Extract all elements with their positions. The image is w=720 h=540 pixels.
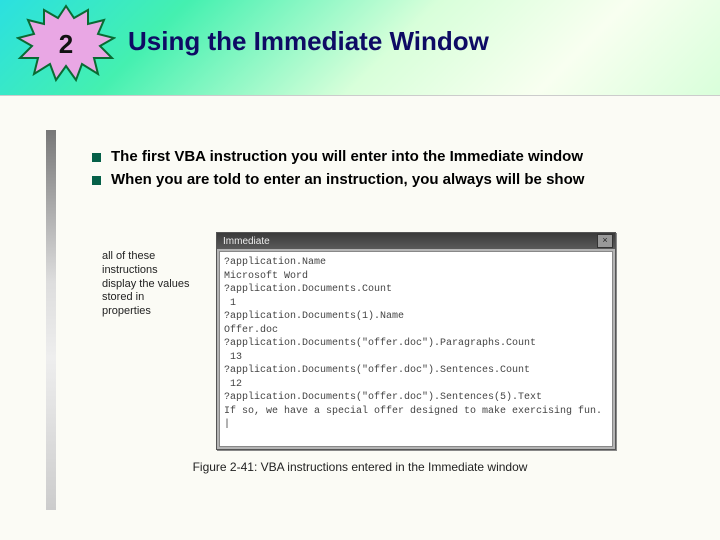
bullet-text: When you are told to enter an instructio… [111,171,584,188]
slide-title: Using the Immediate Window [128,26,489,57]
immediate-window-titlebar: Immediate × [217,233,615,249]
figure-row: all of these instructions display the va… [102,232,622,450]
bullet-square-icon [92,153,101,162]
bullet-list: The first VBA instruction you will enter… [92,148,720,194]
slide: 2 Using the Immediate Window The first V… [0,0,720,540]
figure-caption: Figure 2-41: VBA instructions entered in… [102,460,618,474]
immediate-window: Immediate × ?application.Name Microsoft … [216,232,616,450]
slide-number: 2 [16,4,116,90]
list-item: When you are told to enter an instructio… [92,171,720,188]
list-item: The first VBA instruction you will enter… [92,148,720,165]
close-icon: × [597,234,613,248]
slide-number-badge: 2 [16,4,116,84]
immediate-window-code: ?application.Name Microsoft Word ?applic… [219,251,613,447]
immediate-window-title: Immediate [223,236,270,247]
bullet-square-icon [92,176,101,185]
bullet-text: The first VBA instruction you will enter… [111,148,583,165]
figure-callout: all of these instructions display the va… [102,232,192,319]
figure: all of these instructions display the va… [102,232,622,474]
decorative-vertical-bar [46,130,56,510]
